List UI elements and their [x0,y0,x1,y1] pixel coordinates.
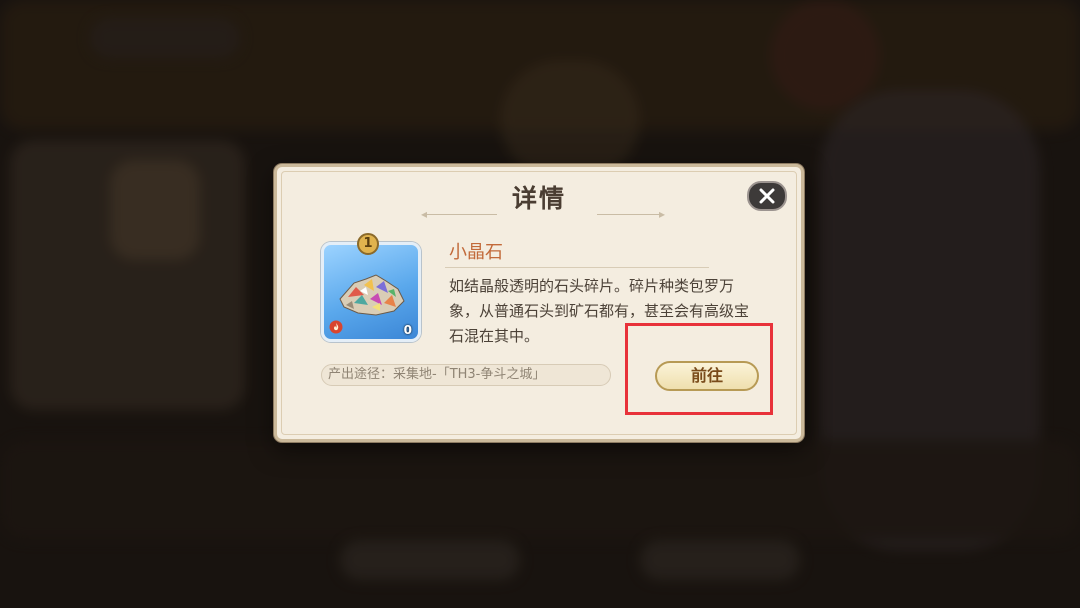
close-button[interactable] [747,181,787,211]
fire-icon [329,320,343,334]
highlight-annotation-box [625,323,773,415]
item-count: 0 [403,323,412,337]
rarity-badge: 1 [357,233,379,255]
close-icon [759,188,775,204]
right-arrow-ornament-icon: ▸ [659,207,666,221]
title-divider-left [427,214,497,215]
item-icon-card: 0 [321,242,421,342]
item-name-divider [445,267,709,268]
dialog-title: 详情 [511,184,566,213]
title-divider-right [597,214,663,215]
source-info: 产出途径：采集地-「TH3-争斗之城」 [321,364,611,386]
dialog-header: ◂ 详情 ▸ [277,181,801,221]
item-name: 小晶石 [449,242,503,263]
